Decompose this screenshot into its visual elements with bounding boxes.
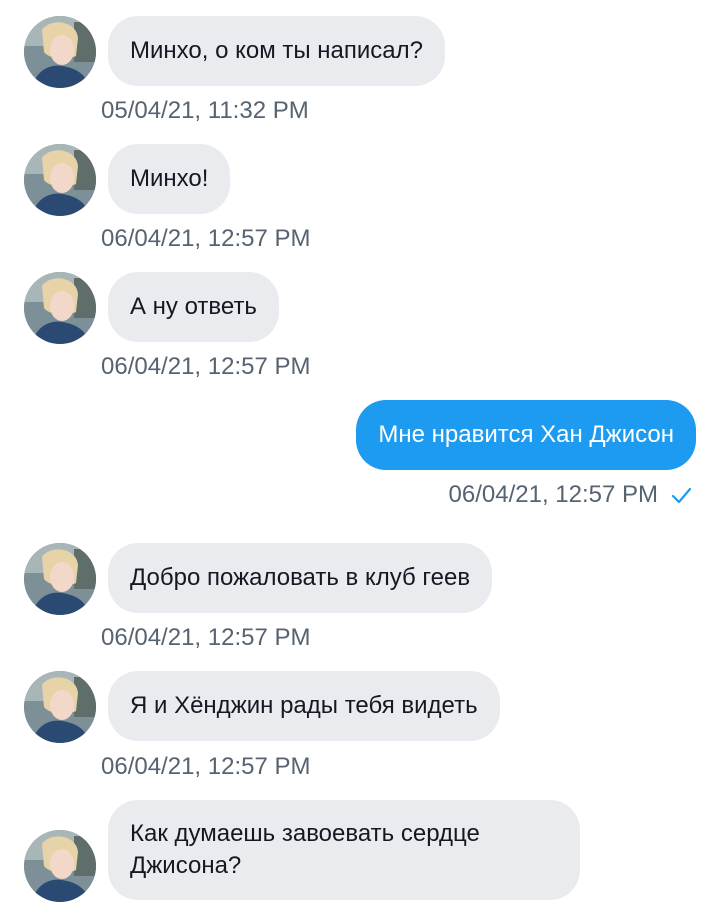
message-timestamp: 06/04/21, 12:57 PM <box>101 225 311 252</box>
message-timestamp: 06/04/21, 12:57 PM <box>101 624 311 651</box>
message-timestamp: 06/04/21, 12:57 PM <box>448 481 658 508</box>
message-timestamp: 06/04/21, 12:57 PM <box>101 353 311 380</box>
message-bubble[interactable]: Минхо, о ком ты написал? <box>108 16 445 86</box>
message-bubble[interactable]: Добро пожаловать в клуб геев <box>108 543 493 613</box>
chat-thread: Минхо, о ком ты написал? 05/04/21, 11:32… <box>0 0 720 904</box>
avatar-image <box>24 16 96 88</box>
message-bubble[interactable]: Минхо! <box>108 144 231 214</box>
message-bubble[interactable]: Мне нравится Хан Джисон <box>356 400 696 470</box>
message-timestamp: 05/04/21, 11:32 PM <box>101 97 309 124</box>
message-bubble[interactable]: Как думаешь завоевать сердце Джисона? <box>108 800 580 900</box>
avatar-image <box>24 671 96 743</box>
message-timestamp: 06/04/21, 12:57 PM <box>101 753 311 780</box>
check-icon <box>671 487 692 504</box>
avatar[interactable] <box>24 16 96 88</box>
avatar[interactable] <box>24 272 96 344</box>
avatar-image <box>24 144 96 216</box>
avatar[interactable] <box>24 671 96 743</box>
avatar-image <box>24 272 96 344</box>
avatar[interactable] <box>24 830 96 902</box>
avatar[interactable] <box>24 144 96 216</box>
avatar-image <box>24 543 96 615</box>
message-bubble[interactable]: Я и Хёнджин рады тебя видеть <box>108 671 500 741</box>
message-bubble[interactable]: А ну ответь <box>108 272 279 342</box>
avatar-image <box>24 830 96 902</box>
avatar[interactable] <box>24 543 96 615</box>
message-meta: 06/04/21, 12:57 PM <box>449 480 692 510</box>
